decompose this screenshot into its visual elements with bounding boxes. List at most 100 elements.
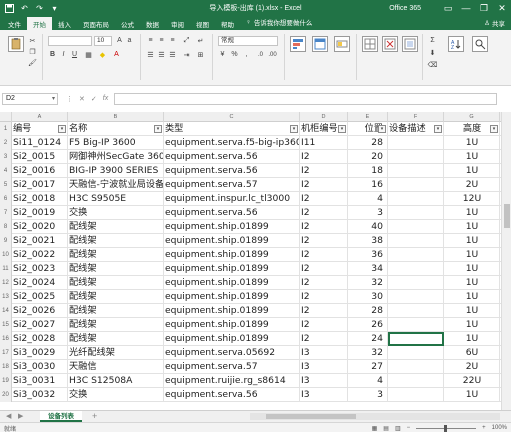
- shrink-font-icon[interactable]: a: [125, 36, 134, 45]
- cell-name[interactable]: 网御神州SecGate 3600: [68, 150, 164, 164]
- cell-id[interactable]: Si3_0030: [12, 360, 68, 374]
- conditional-formatting-icon[interactable]: [290, 36, 306, 52]
- row-number[interactable]: 12: [0, 276, 12, 290]
- row-number[interactable]: 15: [0, 318, 12, 332]
- cell-height[interactable]: 1U: [444, 248, 500, 262]
- horizontal-scrollbar[interactable]: [250, 413, 500, 420]
- cell-position[interactable]: 27: [348, 360, 388, 374]
- increase-decimal-icon[interactable]: .0: [256, 50, 265, 59]
- delete-cells-icon[interactable]: [382, 36, 398, 52]
- share-button[interactable]: ♙ 共享: [484, 18, 505, 28]
- cell-name[interactable]: 交换: [68, 388, 164, 402]
- cell-id[interactable]: Si2_0026: [12, 304, 68, 318]
- cell-position[interactable]: 26: [348, 318, 388, 332]
- font-size-select[interactable]: 10: [94, 36, 112, 46]
- cell-description[interactable]: [388, 304, 444, 318]
- row-number[interactable]: 20: [0, 388, 12, 402]
- formula-input[interactable]: [114, 93, 497, 105]
- cell-id[interactable]: Si3_0029: [12, 346, 68, 360]
- chevron-right-icon[interactable]: ▶: [18, 412, 23, 420]
- cell-position[interactable]: 36: [348, 248, 388, 262]
- cell-rack[interactable]: I2: [300, 332, 348, 346]
- cell-type[interactable]: equipment.serva.57: [164, 360, 300, 374]
- row-number[interactable]: 13: [0, 290, 12, 304]
- italic-icon[interactable]: I: [59, 50, 68, 59]
- autosum-icon[interactable]: Σ: [428, 36, 437, 45]
- cell-description[interactable]: [388, 192, 444, 206]
- cell-height[interactable]: 1U: [444, 150, 500, 164]
- cell-name[interactable]: BIG-IP 3900 SERIES: [68, 164, 164, 178]
- cell-id[interactable]: Si2_0019: [12, 206, 68, 220]
- tab-view[interactable]: 视图: [190, 17, 215, 30]
- row-number[interactable]: 11: [0, 262, 12, 276]
- sort-filter-icon[interactable]: AZ: [448, 36, 464, 52]
- vertical-scrollbar[interactable]: [501, 112, 511, 410]
- cell-description[interactable]: [388, 318, 444, 332]
- align-middle-icon[interactable]: ≡: [157, 36, 166, 45]
- cell-name[interactable]: H3C S9505E: [68, 192, 164, 206]
- cell-id[interactable]: Si11_0124: [12, 136, 68, 150]
- zoom-level[interactable]: 100%: [492, 425, 507, 431]
- cell-name[interactable]: 配线架: [68, 276, 164, 290]
- zoom-out-button[interactable]: −: [407, 425, 411, 431]
- cancel-icon[interactable]: ✕: [79, 95, 85, 103]
- cell-type[interactable]: equipment.serva.56: [164, 150, 300, 164]
- cell-id[interactable]: Si2_0016: [12, 164, 68, 178]
- cell-rack[interactable]: I2: [300, 220, 348, 234]
- cell-height[interactable]: 1U: [444, 388, 500, 402]
- save-icon[interactable]: [4, 3, 15, 13]
- cell-type[interactable]: equipment.ship.01899: [164, 248, 300, 262]
- cell-description[interactable]: [388, 206, 444, 220]
- orientation-icon[interactable]: ⤢: [182, 36, 191, 45]
- enter-icon[interactable]: ✓: [91, 95, 97, 103]
- tab-home[interactable]: 开始: [27, 17, 52, 30]
- row-number[interactable]: 6: [0, 192, 12, 206]
- cell-height[interactable]: 1U: [444, 220, 500, 234]
- cell-position[interactable]: 34: [348, 262, 388, 276]
- cell-id[interactable]: Si2_0022: [12, 248, 68, 262]
- cell-rack[interactable]: I2: [300, 206, 348, 220]
- cell-id[interactable]: Si2_0021: [12, 234, 68, 248]
- cell-type[interactable]: equipment.ship.01899: [164, 290, 300, 304]
- sheet-tab-active[interactable]: 设备列表: [40, 411, 82, 422]
- cell-name[interactable]: 配线架: [68, 220, 164, 234]
- cell-rack[interactable]: I2: [300, 192, 348, 206]
- customize-qat-icon[interactable]: ▾: [49, 3, 60, 13]
- cell-description[interactable]: [388, 346, 444, 360]
- filter-dropdown-icon[interactable]: ▾: [290, 125, 298, 133]
- row-number[interactable]: 10: [0, 248, 12, 262]
- cell-height[interactable]: 1U: [444, 304, 500, 318]
- borders-icon[interactable]: ▦: [84, 50, 93, 59]
- zoom-slider[interactable]: [416, 424, 477, 432]
- cell-height[interactable]: 6U: [444, 346, 500, 360]
- column-header-c[interactable]: C: [164, 112, 300, 122]
- filter-dropdown-icon[interactable]: ▾: [378, 125, 386, 133]
- paste-icon[interactable]: [8, 36, 24, 52]
- cell-height[interactable]: 1U: [444, 234, 500, 248]
- align-right-icon[interactable]: ☰: [168, 50, 177, 59]
- column-header-f[interactable]: F: [388, 112, 444, 122]
- account-label[interactable]: Office 365: [389, 5, 421, 12]
- insert-cells-icon[interactable]: [362, 36, 378, 52]
- copy-icon[interactable]: ❐: [28, 47, 37, 56]
- cell-description[interactable]: [388, 360, 444, 374]
- format-painter-icon[interactable]: 🖌: [28, 58, 37, 67]
- cell-height[interactable]: 1U: [444, 206, 500, 220]
- font-color-icon[interactable]: A: [112, 50, 121, 59]
- zoom-in-button[interactable]: +: [482, 425, 486, 431]
- cell-height[interactable]: 1U: [444, 164, 500, 178]
- cell-name[interactable]: F5 Big-IP 3600: [68, 136, 164, 150]
- merge-center-icon[interactable]: ⊞: [196, 50, 205, 59]
- row-number[interactable]: 17: [0, 346, 12, 360]
- cell-rack[interactable]: I2: [300, 304, 348, 318]
- row-number[interactable]: 3: [0, 150, 12, 164]
- row-number[interactable]: 2: [0, 136, 12, 150]
- cell-type[interactable]: equipment.serva.56: [164, 164, 300, 178]
- cell-type[interactable]: equipment.ship.01899: [164, 318, 300, 332]
- fill-color-icon[interactable]: ◆: [98, 50, 107, 59]
- cell-description[interactable]: [388, 136, 444, 150]
- column-header-b[interactable]: B: [68, 112, 164, 122]
- filter-dropdown-icon[interactable]: ▾: [434, 125, 442, 133]
- cell-description[interactable]: [388, 290, 444, 304]
- indent-icon[interactable]: ⇥: [182, 50, 191, 59]
